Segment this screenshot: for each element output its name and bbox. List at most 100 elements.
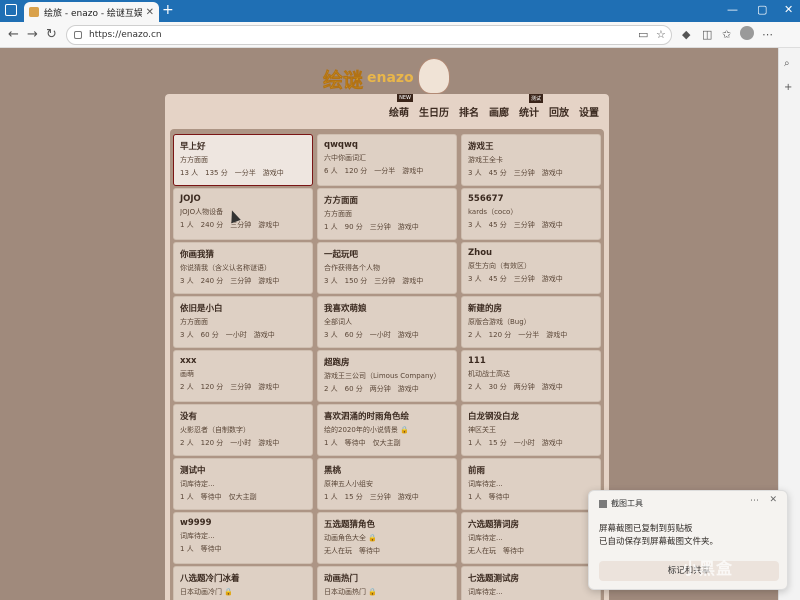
extension-icon[interactable]: ◆ (682, 28, 690, 41)
room-card[interactable]: 依旧是小白 方方面面 3 人 60 分 一小时 游戏中 (173, 296, 313, 348)
favorite-icon[interactable]: ☆ (656, 28, 666, 41)
room-card[interactable]: 五选题猜角色 动画角色大全 🔒 无人在玩 等待中 (317, 512, 457, 564)
lobby-panel: 绘萌 NEW 生日历 排名 画廊 统计 测试 回放 设置 早上好方方面面 13 人 1… (165, 94, 609, 600)
more-icon[interactable]: ⋯ (762, 28, 773, 41)
room-desc: 词库待定... (180, 480, 215, 488)
room-card[interactable]: 我喜欢萌娘 全部词人 3 人 60 分 一小时 游戏中 (317, 296, 457, 348)
room-row: 早上好方方面面 13 人 135 分 一分半 游戏中 qwqwq 六中你画词汇 6 人 … (173, 134, 601, 186)
room-name: JOJO (180, 194, 201, 204)
room-card[interactable]: 游戏王 游戏王全卡 3 人 45 分 三分钟 游戏中 (461, 134, 601, 186)
room-card[interactable]: qwqwq 六中你画词汇 6 人 120 分 一分半 游戏中 (317, 134, 457, 186)
room-name: 556677 (468, 194, 504, 204)
room-card[interactable]: 黑桃 原神五人小组安 1 人 15 分 三分钟 游戏中 (317, 458, 457, 510)
room-card[interactable]: 超跑房 游戏王三公司（Limous Company） 2 人 60 分 两分钟 游戏… (317, 350, 457, 402)
room-card[interactable]: 新建的房 原版合游戏（Bug） 2 人 120 分 一分半 游戏中 (461, 296, 601, 348)
room-desc: 火影忍者（自制数字） (180, 426, 250, 434)
tab-actions-icon[interactable] (5, 4, 17, 16)
room-card[interactable]: 没有 火影忍者（自制数字） 2 人 120 分 一小时 游戏中 (173, 404, 313, 456)
menu-item-huimeng[interactable]: 绘萌 NEW (389, 94, 413, 119)
room-card[interactable]: 早上好方方面面 13 人 135 分 一分半 游戏中 (173, 134, 313, 186)
toast-detail: 已自动保存到屏幕截图文件夹。 (599, 537, 719, 547)
room-card[interactable]: 111 机动战士高达 2 人 30 分 两分钟 游戏中 (461, 350, 601, 402)
menu-item-settings[interactable]: 设置 (579, 104, 599, 119)
room-name: 前雨 (468, 466, 486, 476)
room-desc: 原生方向（有效区） (468, 262, 531, 270)
room-meta: 1 人 等待中 仅大主副 (324, 439, 401, 447)
room-card[interactable]: 556677 kards（coco） 3 人 45 分 三分钟 游戏中 (461, 188, 601, 240)
maximize-icon[interactable]: ▢ (757, 3, 767, 16)
menu-item-stats[interactable]: 统计 测试 (519, 94, 543, 119)
room-name: 你画我猜 (180, 250, 215, 260)
split-screen-icon[interactable]: ◫ (702, 28, 712, 41)
menu-item-birthday[interactable]: 生日历 (419, 104, 449, 119)
room-card[interactable]: 六选题猜词房 词库待定... 无人在玩 等待中 (461, 512, 601, 564)
room-card[interactable]: w9999 词库待定... 1 人 等待中 (173, 512, 313, 564)
room-meta: 13 人 135 分 一分半 游戏中 (180, 169, 284, 177)
room-desc: 方方面面 (180, 156, 208, 164)
room-meta: 1 人 等待中 仅大主副 (180, 493, 257, 501)
room-name: 依旧是小白 (180, 304, 223, 314)
collections-icon[interactable]: ✩ (722, 28, 731, 41)
room-card[interactable]: 喜欢泗涌的时雨角色绘 绘的2020年的小说情景 🔒 1 人 等待中 仅大主副 (317, 404, 457, 456)
room-meta: 2 人 120 分 一小时 游戏中 (180, 439, 280, 447)
mascot-icon (418, 58, 450, 94)
profile-avatar[interactable] (740, 26, 754, 40)
room-card[interactable]: 测试中 词库待定... 1 人 等待中 仅大主副 (173, 458, 313, 510)
room-name: xxx (180, 356, 197, 366)
room-meta: 6 人 120 分 一分半 游戏中 (324, 167, 424, 175)
lock-icon[interactable] (74, 31, 82, 39)
menu-item-gallery[interactable]: 画廊 (489, 104, 509, 119)
room-desc: 神区关王 (468, 426, 496, 434)
room-card[interactable]: JOJO JOJO人物设备 1 人 240 分 三分钟 游戏中 (173, 188, 313, 240)
address-bar-row: ← → ↻ https://enazo.cn ▭ ☆ ◆ ◫ ✩ ⋯ (0, 22, 800, 48)
search-icon[interactable]: ⌕ (784, 58, 790, 69)
toast-close-icon[interactable]: ✕ (769, 495, 777, 505)
room-meta: 2 人 30 分 两分钟 游戏中 (468, 383, 563, 391)
room-meta: 1 人 15 分 一小时 游戏中 (468, 439, 563, 447)
room-card[interactable]: 方方面面 方方面面 1 人 90 分 三分钟 游戏中 (317, 188, 457, 240)
room-meta: 3 人 150 分 三分钟 游戏中 (324, 277, 424, 285)
room-card[interactable]: 七选题测试房 词库待定... (461, 566, 601, 600)
browser-tab[interactable]: 绘旅 - enazo - 绘谜互娱 - 你画我猜 ✕ (24, 2, 159, 22)
menu-item-ranking[interactable]: 排名 (459, 104, 479, 119)
room-card[interactable]: 一起玩吧 合作获得各个人物 3 人 150 分 三分钟 游戏中 (317, 242, 457, 294)
close-window-icon[interactable]: ✕ (784, 3, 793, 16)
room-row: 测试中 词库待定... 1 人 等待中 仅大主副 黑桃 原神五人小组安 1 人 15 分 … (173, 458, 601, 510)
main-menu: 绘萌 NEW 生日历 排名 画廊 统计 测试 回放 设置 (389, 94, 599, 119)
close-tab-icon[interactable]: ✕ (146, 7, 154, 18)
room-card[interactable]: Zhou 原生方向（有效区） 3 人 45 分 三分钟 游戏中 (461, 242, 601, 294)
forward-icon[interactable]: → (27, 27, 38, 42)
room-meta: 1 人 15 分 三分钟 游戏中 (324, 493, 419, 501)
room-desc: 方方面面 (180, 318, 208, 326)
url-input[interactable]: https://enazo.cn (66, 25, 672, 45)
room-desc: 机动战士高达 (468, 370, 510, 378)
toast-header: 截图工具 (599, 498, 643, 509)
room-desc: 画萌 (180, 370, 194, 378)
room-card[interactable]: 白龙钢没白龙 神区关王 1 人 15 分 一小时 游戏中 (461, 404, 601, 456)
room-meta: 3 人 45 分 三分钟 游戏中 (468, 221, 563, 229)
add-icon[interactable]: + (784, 82, 792, 93)
toast-message: 屏幕截图已复制到剪贴板 (599, 524, 693, 534)
room-meta: 无人在玩 等待中 (324, 547, 380, 555)
minimize-icon[interactable]: — (727, 3, 738, 16)
room-card[interactable]: 前雨 词库待定... 1 人 等待中 (461, 458, 601, 510)
room-name: 111 (468, 356, 486, 366)
back-icon[interactable]: ← (8, 27, 19, 42)
room-card[interactable]: xxx 画萌 2 人 120 分 三分钟 游戏中 (173, 350, 313, 402)
room-card[interactable]: 八选题冷门冰着 日本动画冷门 🔒 (173, 566, 313, 600)
room-card[interactable]: 你画我猜 你说猜我（含义认名称谜语） 3 人 240 分 三分钟 游戏中 (173, 242, 313, 294)
room-card[interactable]: 动画热门 日本动画热门 🔒 (317, 566, 457, 600)
room-name: 方方面面 (324, 196, 359, 206)
room-meta: 2 人 120 分 三分钟 游戏中 (180, 383, 280, 391)
refresh-icon[interactable]: ↻ (46, 27, 57, 42)
watermark: 小黑盒 (682, 559, 734, 578)
room-name: 白龙钢没白龙 (468, 412, 520, 422)
new-tab-icon[interactable]: + (162, 2, 174, 18)
room-name: 早上好 (180, 142, 206, 152)
room-meta: 3 人 45 分 三分钟 游戏中 (468, 169, 563, 177)
room-meta: 1 人 240 分 三分钟 游戏中 (180, 221, 280, 229)
toast-more-icon[interactable]: ⋯ (750, 496, 759, 506)
tab-strip: 绘旅 - enazo - 绘谜互娱 - 你画我猜 ✕ + — ▢ ✕ (0, 0, 800, 22)
menu-item-replay[interactable]: 回放 (549, 104, 569, 119)
reader-icon[interactable]: ▭ (638, 28, 648, 41)
